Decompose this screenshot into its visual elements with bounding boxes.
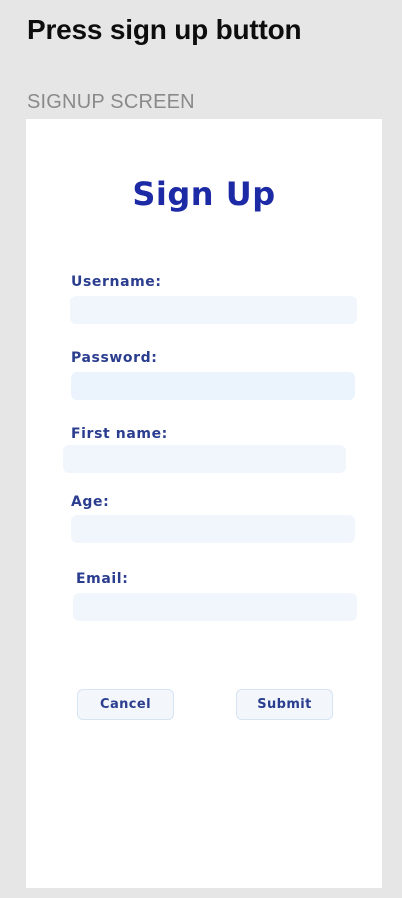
- email-input[interactable]: [73, 593, 357, 621]
- first-name-label: First name:: [71, 426, 168, 442]
- first-name-input[interactable]: [63, 445, 346, 473]
- password-input[interactable]: [71, 372, 355, 400]
- screen-caption: SIGNUP SCREEN: [27, 91, 195, 113]
- password-label: Password:: [71, 350, 158, 366]
- age-label: Age:: [71, 494, 110, 510]
- submit-button[interactable]: Submit: [236, 689, 333, 720]
- username-label: Username:: [71, 274, 162, 290]
- instruction-heading: Press sign up button: [27, 14, 302, 45]
- form-title: Sign Up: [132, 175, 276, 213]
- age-input[interactable]: [71, 515, 355, 543]
- username-input[interactable]: [70, 296, 357, 324]
- cancel-button[interactable]: Cancel: [77, 689, 174, 720]
- email-label: Email:: [76, 571, 129, 587]
- signup-screen: Sign Up Username: Password: First name: …: [26, 119, 382, 888]
